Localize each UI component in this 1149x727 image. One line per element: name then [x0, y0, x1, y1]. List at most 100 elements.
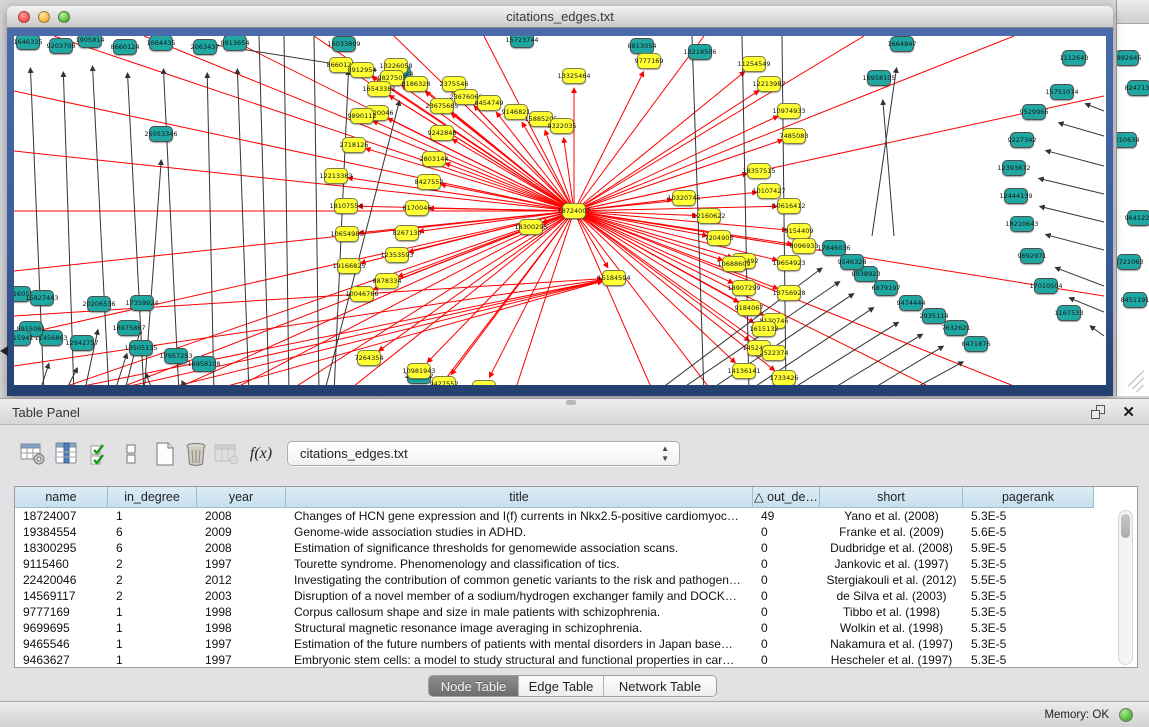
graph-node[interactable]: 8186328 — [404, 76, 428, 92]
graph-node[interactable]: 2718126 — [342, 137, 366, 153]
graph-node[interactable]: 9546328 — [840, 254, 864, 270]
graph-node[interactable]: 16543382 — [367, 81, 391, 97]
graph-node[interactable]: 9777169 — [637, 53, 661, 69]
graph-node[interactable]: 8813054 — [630, 38, 654, 54]
table-row[interactable]: 969969511998Structural magnetic resonanc… — [15, 620, 1137, 636]
table-row[interactable]: 911546021997Tourette syndrome. Phenomeno… — [15, 556, 1137, 572]
graph-node[interactable]: 10654985 — [335, 226, 359, 242]
graph-node[interactable]: 8451191 — [1123, 292, 1147, 308]
graph-node[interactable]: 1664847 — [890, 36, 914, 52]
window-titlebar[interactable]: citations_edges.txt — [7, 6, 1113, 28]
table-row[interactable]: 946362711997Embryonic stem cells: a mode… — [15, 652, 1137, 668]
graph-node[interactable]: 7264354 — [357, 350, 381, 366]
graph-node[interactable]: 13505135 — [129, 340, 153, 356]
graph-node[interactable]: 25053346 — [149, 126, 173, 142]
graph-node[interactable]: 13325464 — [562, 68, 586, 84]
graph-node[interactable]: 12353593 — [385, 247, 409, 263]
table-row[interactable]: 946554611997Estimation of the future num… — [15, 636, 1137, 652]
graph-node[interactable]: 10688609 — [722, 256, 746, 272]
graph-node[interactable]: 17359924 — [130, 295, 154, 311]
resize-grip-icon[interactable] — [1127, 372, 1147, 392]
column-header-in_degree[interactable]: in_degree — [108, 487, 197, 508]
graph-node[interactable]: 8454749 — [477, 95, 501, 111]
graph-node[interactable]: 8170046 — [405, 200, 429, 216]
graph-node[interactable]: 19166825 — [337, 258, 361, 274]
graph-node[interactable]: 7485083 — [782, 128, 806, 144]
graph-node[interactable]: 10046766 — [350, 286, 374, 302]
graph-node[interactable]: 1167533 — [1057, 305, 1081, 321]
table-panel-titlebar[interactable]: Table Panel ✕ — [0, 399, 1149, 425]
column-header-year[interactable]: year — [197, 487, 286, 508]
graph-node[interactable]: 8913654 — [223, 36, 247, 51]
table-header-row[interactable]: namein_degreeyeartitle△ out_de…shortpage… — [15, 487, 1094, 508]
graph-node[interactable]: 1112643 — [1062, 50, 1086, 66]
graph-node[interactable]: 16958105 — [867, 70, 891, 86]
graph-node[interactable]: 12213383 — [324, 168, 348, 184]
graph-node[interactable]: 9474444 — [899, 295, 923, 311]
graph-node[interactable]: 2803144 — [422, 151, 446, 167]
graph-node[interactable]: 9641226 — [1127, 210, 1149, 226]
tab-network-table[interactable]: Network Table — [604, 676, 716, 696]
graph-node[interactable]: 8247133 — [1127, 80, 1149, 96]
graph-node[interactable]: 20206536 — [87, 296, 111, 312]
graph-node[interactable]: 1992645 — [1116, 50, 1139, 66]
graph-node[interactable]: 18210643 — [1010, 216, 1034, 232]
graph-node[interactable]: 1646335 — [16, 36, 40, 50]
graph-node[interactable]: 8096933 — [792, 238, 816, 254]
graph-node[interactable]: 13218506 — [688, 44, 712, 60]
table-row[interactable]: 1938455462009Genome-wide association stu… — [15, 524, 1137, 540]
graph-node[interactable]: 10981943 — [407, 363, 431, 379]
graph-node[interactable]: 1210634 — [1116, 132, 1137, 148]
vertical-scrollbar[interactable] — [1118, 510, 1133, 665]
graph-node[interactable]: 18357515 — [747, 163, 771, 179]
graph-node[interactable]: 9227342 — [1010, 132, 1034, 148]
graph-node[interactable]: 9692971 — [1020, 248, 1044, 264]
graph-node[interactable]: 12393872 — [1002, 160, 1026, 176]
table-row[interactable]: 1456911722003Disruption of a novel membe… — [15, 588, 1137, 604]
graph-node[interactable]: 7632621 — [944, 320, 968, 336]
graph-node[interactable]: 2935114 — [922, 308, 946, 324]
delete-icon[interactable] — [181, 439, 211, 469]
graph-node[interactable]: 9890112 — [350, 108, 374, 124]
graph-node[interactable]: 9203708 — [49, 38, 73, 54]
table-row[interactable]: 2242004622012Investigating the contribut… — [15, 572, 1137, 588]
graph-node[interactable]: 8322035 — [550, 118, 574, 134]
graph-node[interactable]: 7204905 — [707, 230, 731, 246]
graph-node[interactable]: 14136141 — [732, 363, 756, 379]
graph-node[interactable]: 8471876 — [964, 336, 988, 352]
graph-node[interactable]: 10107427 — [757, 183, 781, 199]
tab-edge-table[interactable]: Edge Table — [519, 676, 604, 696]
table-settings-icon[interactable] — [18, 439, 48, 469]
new-file-icon[interactable] — [150, 439, 180, 469]
graph-node[interactable]: 10616412 — [777, 198, 801, 214]
graph-node[interactable]: 1721063 — [1117, 254, 1141, 270]
table-row[interactable]: 1830029562008Estimation of significance … — [15, 540, 1137, 556]
graph-node[interactable]: 9242848 — [430, 125, 454, 141]
graph-node[interactable]: 10974933 — [777, 103, 801, 119]
memory-status-indicator[interactable] — [1119, 708, 1133, 722]
graph-node[interactable]: 9427552 — [432, 376, 456, 385]
row-height-icon[interactable] — [116, 439, 146, 469]
graph-node[interactable]: 1615132 — [752, 321, 776, 337]
node-table[interactable]: namein_degreeyeartitle△ out_de…shortpage… — [14, 486, 1138, 668]
graph-node[interactable]: 18107554 — [334, 198, 358, 214]
graph-node[interactable]: 18907299 — [732, 280, 756, 296]
column-header-title[interactable]: title — [286, 487, 753, 508]
graph-hub-node[interactable]: 18724007 — [562, 203, 586, 219]
graph-node[interactable]: 12444139 — [1004, 188, 1028, 204]
column-header-out_de[interactable]: △ out_de… — [753, 487, 820, 508]
table-selector-dropdown[interactable]: citations_edges.txt ▲▼ — [287, 441, 680, 466]
show-column-icon[interactable] — [52, 439, 82, 469]
graph-node[interactable]: 8912954 — [350, 62, 374, 78]
graph-node[interactable]: 18975887 — [117, 320, 141, 336]
graph-node[interactable]: 15184594 — [602, 270, 626, 286]
table-row[interactable]: 1872400712008Changes of HCN gene express… — [15, 508, 1137, 524]
network-canvas[interactable]: 1646335920370819058148660124166443520634… — [14, 36, 1106, 385]
graph-node[interactable]: 6879197 — [874, 280, 898, 296]
graph-node[interactable]: 9184067 — [737, 300, 761, 316]
graph-node[interactable]: 15827443 — [30, 290, 54, 306]
graph-node[interactable]: 9529966 — [1022, 104, 1046, 120]
graph-node[interactable]: 16958108 — [192, 356, 216, 372]
close-panel-icon[interactable]: ✕ — [1122, 403, 1135, 421]
graph-node[interactable]: 9154409 — [787, 223, 811, 239]
